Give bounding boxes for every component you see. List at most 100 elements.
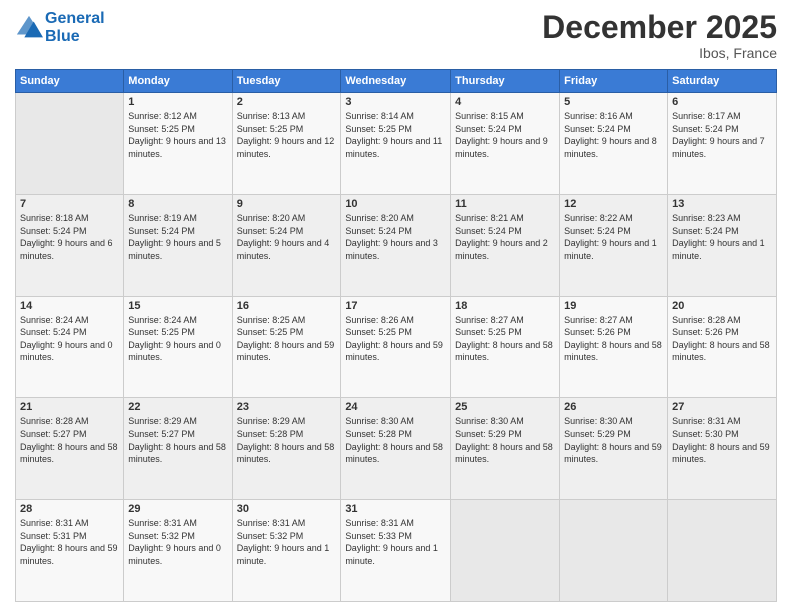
day-info: Sunrise: 8:30 AMSunset: 5:28 PMDaylight:… [345, 415, 446, 465]
day-number: 21 [20, 401, 119, 413]
calendar-cell: 27 Sunrise: 8:31 AMSunset: 5:30 PMDayligh… [668, 398, 777, 500]
month-title: December 2025 [542, 10, 777, 45]
header: General Blue December 2025 Ibos, France [15, 10, 777, 61]
calendar-cell [560, 500, 668, 602]
calendar-cell: 21Sunrise: 8:28 AMSunset: 5:27 PMDayligh… [16, 398, 124, 500]
calendar-cell: 8 Sunrise: 8:19 AMSunset: 5:24 PMDaylight… [124, 194, 232, 296]
calendar-week-row: 14 Sunrise: 8:24 AMSunset: 5:24 PMDayligh… [16, 296, 777, 398]
calendar-day-header: Saturday [668, 70, 777, 93]
day-info: Sunrise: 8:29 AMSunset: 5:28 PMDaylight:… [237, 415, 337, 465]
calendar-cell: 18Sunrise: 8:27 AMSunset: 5:25 PMDayligh… [451, 296, 560, 398]
day-info: Sunrise: 8:12 AMSunset: 5:25 PMDaylight:… [128, 110, 227, 160]
calendar-cell: 11Sunrise: 8:21 AMSunset: 5:24 PMDayligh… [451, 194, 560, 296]
calendar-cell: 1 Sunrise: 8:12 AMSunset: 5:25 PMDaylight… [124, 93, 232, 195]
day-number: 31 [345, 503, 446, 515]
day-number: 29 [128, 503, 227, 515]
day-number: 3 [345, 96, 446, 108]
day-number: 7 [20, 198, 119, 210]
page: General Blue December 2025 Ibos, France … [0, 0, 792, 612]
day-info: Sunrise: 8:30 AMSunset: 5:29 PMDaylight:… [455, 415, 555, 465]
day-info: Sunrise: 8:24 AMSunset: 5:25 PMDaylight:… [128, 314, 227, 364]
day-info: Sunrise: 8:30 AMSunset: 5:29 PMDaylight:… [564, 415, 663, 465]
day-info: Sunrise: 8:20 AMSunset: 5:24 PMDaylight:… [237, 212, 337, 262]
calendar-cell: 13 Sunrise: 8:23 AMSunset: 5:24 PMDayligh… [668, 194, 777, 296]
day-number: 19 [564, 300, 663, 312]
day-number: 22 [128, 401, 227, 413]
day-info: Sunrise: 8:28 AMSunset: 5:26 PMDaylight:… [672, 314, 772, 364]
calendar-day-header: Tuesday [232, 70, 341, 93]
day-number: 6 [672, 96, 772, 108]
day-info: Sunrise: 8:31 AMSunset: 5:32 PMDaylight:… [237, 517, 337, 567]
day-number: 25 [455, 401, 555, 413]
calendar-cell: 24Sunrise: 8:30 AMSunset: 5:28 PMDayligh… [341, 398, 451, 500]
day-info: Sunrise: 8:31 AMSunset: 5:32 PMDaylight:… [128, 517, 227, 567]
day-info: Sunrise: 8:21 AMSunset: 5:24 PMDaylight:… [455, 212, 555, 262]
day-info: Sunrise: 8:14 AMSunset: 5:25 PMDaylight:… [345, 110, 446, 160]
calendar-cell: 19 Sunrise: 8:27 AMSunset: 5:26 PMDayligh… [560, 296, 668, 398]
day-info: Sunrise: 8:18 AMSunset: 5:24 PMDaylight:… [20, 212, 119, 262]
calendar-cell: 16 Sunrise: 8:25 AMSunset: 5:25 PMDayligh… [232, 296, 341, 398]
calendar-cell: 2Sunrise: 8:13 AMSunset: 5:25 PMDaylight… [232, 93, 341, 195]
day-info: Sunrise: 8:17 AMSunset: 5:24 PMDaylight:… [672, 110, 772, 160]
logo-text-line2: Blue [45, 28, 105, 46]
calendar-cell: 20Sunrise: 8:28 AMSunset: 5:26 PMDayligh… [668, 296, 777, 398]
day-info: Sunrise: 8:25 AMSunset: 5:25 PMDaylight:… [237, 314, 337, 364]
calendar-cell: 29 Sunrise: 8:31 AMSunset: 5:32 PMDayligh… [124, 500, 232, 602]
calendar-cell: 7 Sunrise: 8:18 AMSunset: 5:24 PMDaylight… [16, 194, 124, 296]
day-info: Sunrise: 8:15 AMSunset: 5:24 PMDaylight:… [455, 110, 555, 160]
calendar-day-header: Wednesday [341, 70, 451, 93]
logo: General Blue [15, 10, 105, 46]
calendar-day-header: Monday [124, 70, 232, 93]
calendar-cell: 17 Sunrise: 8:26 AMSunset: 5:25 PMDayligh… [341, 296, 451, 398]
day-number: 23 [237, 401, 337, 413]
calendar-cell: 4 Sunrise: 8:15 AMSunset: 5:24 PMDaylight… [451, 93, 560, 195]
day-info: Sunrise: 8:31 AMSunset: 5:31 PMDaylight:… [20, 517, 119, 567]
location: Ibos, France [542, 45, 777, 61]
calendar-week-row: 21Sunrise: 8:28 AMSunset: 5:27 PMDayligh… [16, 398, 777, 500]
day-number: 17 [345, 300, 446, 312]
logo-text-line1: General [45, 10, 105, 28]
day-info: Sunrise: 8:26 AMSunset: 5:25 PMDaylight:… [345, 314, 446, 364]
day-info: Sunrise: 8:24 AMSunset: 5:24 PMDaylight:… [20, 314, 119, 364]
day-info: Sunrise: 8:27 AMSunset: 5:26 PMDaylight:… [564, 314, 663, 364]
day-number: 27 [672, 401, 772, 413]
calendar-cell: 30 Sunrise: 8:31 AMSunset: 5:32 PMDayligh… [232, 500, 341, 602]
calendar-cell: 14 Sunrise: 8:24 AMSunset: 5:24 PMDayligh… [16, 296, 124, 398]
logo-general: General [45, 10, 105, 27]
calendar-day-header: Friday [560, 70, 668, 93]
day-number: 9 [237, 198, 337, 210]
day-number: 15 [128, 300, 227, 312]
day-number: 16 [237, 300, 337, 312]
calendar-week-row: 28 Sunrise: 8:31 AMSunset: 5:31 PMDayligh… [16, 500, 777, 602]
day-number: 28 [20, 503, 119, 515]
calendar-cell: 9 Sunrise: 8:20 AMSunset: 5:24 PMDaylight… [232, 194, 341, 296]
day-number: 5 [564, 96, 663, 108]
calendar-cell: 23 Sunrise: 8:29 AMSunset: 5:28 PMDayligh… [232, 398, 341, 500]
title-area: December 2025 Ibos, France [542, 10, 777, 61]
calendar-cell: 28 Sunrise: 8:31 AMSunset: 5:31 PMDayligh… [16, 500, 124, 602]
day-info: Sunrise: 8:19 AMSunset: 5:24 PMDaylight:… [128, 212, 227, 262]
day-info: Sunrise: 8:13 AMSunset: 5:25 PMDaylight:… [237, 110, 337, 160]
calendar-cell: 6 Sunrise: 8:17 AMSunset: 5:24 PMDaylight… [668, 93, 777, 195]
day-info: Sunrise: 8:23 AMSunset: 5:24 PMDaylight:… [672, 212, 772, 262]
calendar-cell: 12Sunrise: 8:22 AMSunset: 5:24 PMDayligh… [560, 194, 668, 296]
calendar-cell: 25 Sunrise: 8:30 AMSunset: 5:29 PMDayligh… [451, 398, 560, 500]
calendar-day-header: Thursday [451, 70, 560, 93]
calendar-cell: 26 Sunrise: 8:30 AMSunset: 5:29 PMDayligh… [560, 398, 668, 500]
day-number: 13 [672, 198, 772, 210]
calendar-cell: 31Sunrise: 8:31 AMSunset: 5:33 PMDayligh… [341, 500, 451, 602]
day-number: 4 [455, 96, 555, 108]
calendar-cell: 5Sunrise: 8:16 AMSunset: 5:24 PMDaylight… [560, 93, 668, 195]
day-number: 1 [128, 96, 227, 108]
calendar-week-row: 7 Sunrise: 8:18 AMSunset: 5:24 PMDaylight… [16, 194, 777, 296]
calendar-cell [451, 500, 560, 602]
calendar: SundayMondayTuesdayWednesdayThursdayFrid… [15, 69, 777, 602]
day-info: Sunrise: 8:20 AMSunset: 5:24 PMDaylight:… [345, 212, 446, 262]
calendar-cell [16, 93, 124, 195]
day-number: 8 [128, 198, 227, 210]
day-info: Sunrise: 8:22 AMSunset: 5:24 PMDaylight:… [564, 212, 663, 262]
day-number: 26 [564, 401, 663, 413]
day-info: Sunrise: 8:31 AMSunset: 5:30 PMDaylight:… [672, 415, 772, 465]
day-number: 30 [237, 503, 337, 515]
day-number: 14 [20, 300, 119, 312]
